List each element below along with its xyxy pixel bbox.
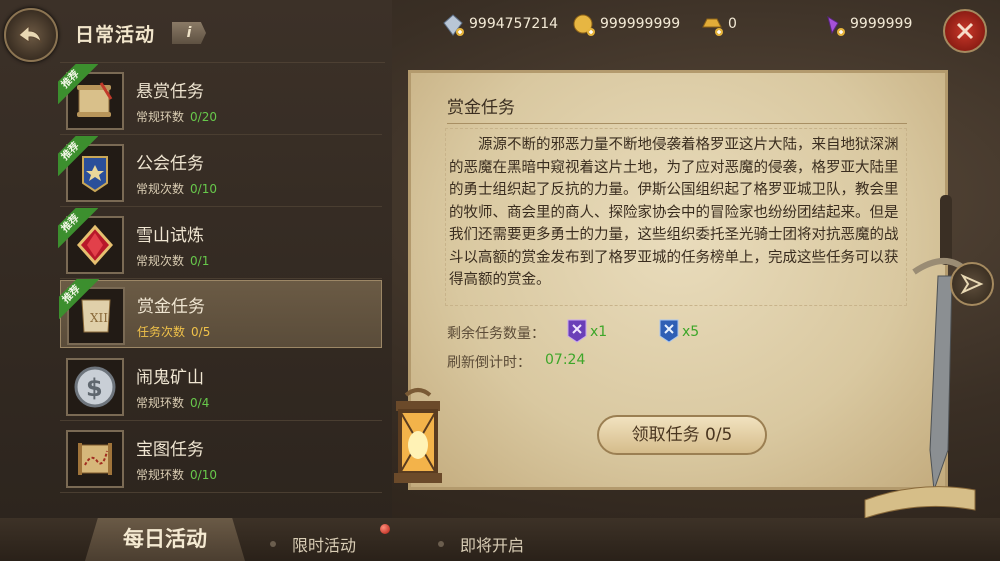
task-progress: 常规次数 0/1 <box>136 254 210 268</box>
purple-bounty-badge-icon <box>567 319 587 343</box>
diamond-plus-icon <box>443 14 464 36</box>
refresh-label: 刷新倒计时： <box>447 355 531 371</box>
task-icon-frame <box>66 430 124 488</box>
currency-value: 9999999 <box>850 16 913 32</box>
task-item-bounty-task[interactable]: XII 推荐 赏金任务 任务次数 0/5 <box>59 279 382 348</box>
purple-crystal-plus-icon <box>827 15 845 36</box>
sword-icon <box>912 195 970 491</box>
currency-value: 9994757214 <box>469 16 559 32</box>
recommended-ribbon: 推荐 <box>58 136 98 176</box>
task-name: 赏金任务 <box>137 297 205 317</box>
task-icon-frame: $ <box>66 358 124 416</box>
game-screen: 日常活动 i 推荐 悬赏任务 常规环数 0/20 推荐 公会任务 常规次数 0/10 <box>0 0 1000 561</box>
close-button[interactable] <box>943 9 987 53</box>
task-name: 宝图任务 <box>136 440 204 460</box>
task-name: 公会任务 <box>136 154 204 174</box>
svg-text:$: $ <box>86 374 103 402</box>
task-description: 源源不断的邪恶力量不断地侵袭着格罗亚这片大陆，来自地狱深渊的恶魔在黑暗中窥视着这… <box>449 137 899 288</box>
reward-count: x5 <box>682 324 700 340</box>
task-progress: 任务次数 0/5 <box>137 325 211 339</box>
task-progress: 常规次数 0/10 <box>136 182 217 196</box>
task-item-haunted-mine[interactable]: $ 闹鬼矿山 常规环数 0/4 <box>60 352 382 421</box>
task-item-guild-quest[interactable]: 推荐 公会任务 常规次数 0/10 <box>58 136 382 207</box>
task-progress: 常规环数 0/20 <box>136 110 217 124</box>
task-name: 悬赏任务 <box>136 82 204 102</box>
tab-bullet <box>438 541 444 547</box>
silver-coin-icon: $ <box>74 366 116 408</box>
recommended-ribbon: 推荐 <box>58 64 98 104</box>
panel-title: 日常活动 <box>75 24 156 46</box>
gold-coin-plus-icon <box>573 14 595 36</box>
recommended-ribbon: 推荐 <box>58 208 98 248</box>
task-progress: 常规环数 0/4 <box>136 396 210 410</box>
next-page-button[interactable] <box>950 262 994 306</box>
tab-coming-soon[interactable]: 即将开启 <box>460 532 524 556</box>
close-icon <box>956 22 974 40</box>
tab-limited-activities[interactable]: 限时活动 <box>292 532 356 556</box>
gold-ingot-plus-icon <box>702 18 723 36</box>
scroll-roll-icon <box>864 486 976 519</box>
task-item-treasure-map[interactable]: 宝图任务 常规环数 0/10 <box>60 424 382 493</box>
refresh-countdown: 07:24 <box>545 352 586 368</box>
arrow-right-icon <box>960 273 984 295</box>
reward-count: x1 <box>590 324 608 340</box>
task-item-snow-mountain-trial[interactable]: 推荐 雪山试炼 常规次数 0/1 <box>58 208 382 279</box>
detail-title: 赏金任务 <box>447 98 515 118</box>
info-button[interactable]: i <box>172 22 206 44</box>
treasure-map-icon <box>78 443 112 475</box>
task-name: 闹鬼矿山 <box>136 368 204 388</box>
divider <box>447 123 907 124</box>
remaining-label: 剩余任务数量： <box>447 326 545 342</box>
recommended-ribbon: 推荐 <box>59 279 99 319</box>
divider <box>60 62 385 63</box>
task-progress: 常规环数 0/10 <box>136 468 217 482</box>
currency-value: 999999999 <box>600 16 681 32</box>
lantern-icon <box>394 388 442 483</box>
claim-task-button[interactable]: 领取任务 0/5 <box>597 415 767 455</box>
tab-bullet <box>270 541 276 547</box>
back-arrow-icon <box>18 24 42 44</box>
currency-value: 0 <box>728 16 737 32</box>
task-item-bounty-quest[interactable]: 推荐 悬赏任务 常规环数 0/20 <box>58 64 382 135</box>
notification-dot <box>380 524 390 534</box>
blue-bounty-badge-icon <box>659 319 679 343</box>
task-name: 雪山试炼 <box>136 226 204 246</box>
tab-daily-activities[interactable]: 每日活动 <box>85 518 245 561</box>
back-button[interactable] <box>4 8 58 62</box>
